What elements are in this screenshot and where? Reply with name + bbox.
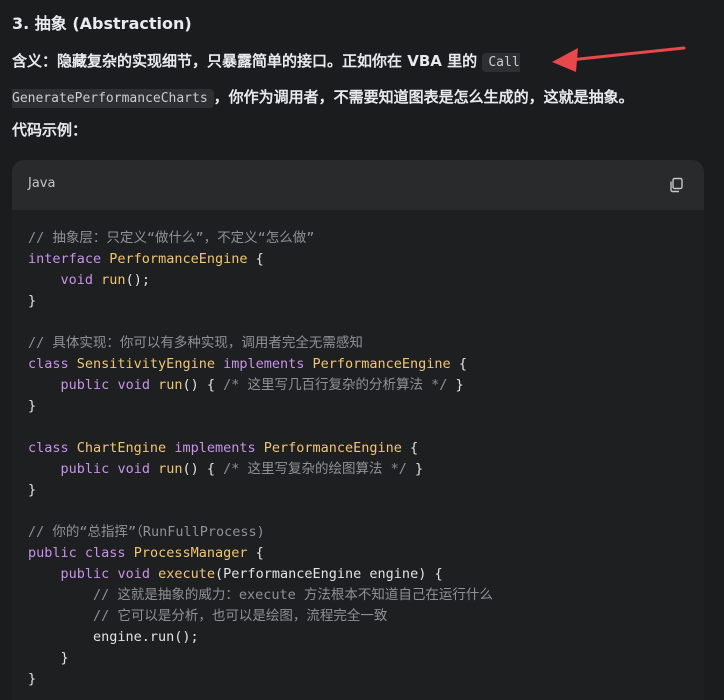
- code-token: class: [28, 356, 69, 372]
- code-token: // 它可以是分析，也可以是绘图，流程完全一致: [93, 608, 388, 624]
- red-arrow-annotation: [552, 46, 686, 72]
- code-line: }: [28, 669, 493, 690]
- code-token: run: [158, 461, 183, 477]
- code-content: // 抽象层：只定义“做什么”，不定义“怎么做” interface Perfor…: [28, 228, 493, 690]
- code-token: PerformanceEngine: [109, 251, 248, 267]
- code-token: public: [60, 377, 110, 393]
- code-token: engine.run();: [28, 629, 199, 645]
- code-line: }: [28, 291, 493, 312]
- code-line: // 具体实现：你可以有多种实现，调用者完全无需感知: [28, 333, 493, 354]
- code-token: }: [28, 671, 37, 687]
- code-token: void: [60, 272, 94, 288]
- code-line: class SensitivityEngine implements Perfo…: [28, 354, 493, 375]
- code-token: implements: [223, 356, 305, 372]
- code-token: public: [28, 545, 77, 561]
- code-line: }: [28, 480, 493, 501]
- code-line: public void run() { /* 这里写复杂的绘图算法 */ }: [28, 459, 493, 480]
- code-token: }: [447, 377, 464, 393]
- code-token: interface: [28, 251, 102, 267]
- code-token: void: [117, 377, 150, 393]
- code-line: // 这就是抽象的威力：execute 方法根本不知道自己在运行什么: [28, 585, 493, 606]
- code-token: class: [28, 440, 69, 456]
- code-token: public: [60, 566, 110, 582]
- code-token: }: [28, 398, 37, 414]
- code-token: class: [84, 545, 126, 561]
- code-line: // 它可以是分析，也可以是绘图，流程完全一致: [28, 606, 493, 627]
- code-line: // 抽象层：只定义“做什么”，不定义“怎么做”: [28, 228, 493, 249]
- code-line: }: [28, 396, 493, 417]
- code-token: ChartEngine: [76, 440, 167, 456]
- definition-text-2: ，你作为调用者，不需要知道图表是怎么生成的，这就是抽象。: [213, 88, 634, 106]
- code-token: execute: [158, 566, 215, 582]
- section-heading: 3. 抽象 (Abstraction): [12, 14, 192, 33]
- code-token: // 具体实现：你可以有多种实现，调用者完全无需感知: [28, 335, 363, 351]
- code-token: SensitivityEngine: [76, 356, 215, 372]
- code-token: }: [28, 650, 69, 666]
- code-block: Java // 抽象层：只定义“做什么”，不定义“怎么做” interface P…: [12, 160, 704, 700]
- definition-text-1: 隐藏复杂的实现细节，只暴露简单的接口。正如你在 VBA 里的: [57, 52, 483, 70]
- code-token: {: [247, 545, 264, 561]
- code-token: ();: [125, 272, 150, 288]
- code-token: {: [450, 356, 467, 372]
- code-token: PerformanceEngine: [312, 356, 451, 372]
- code-line: interface PerformanceEngine {: [28, 249, 493, 270]
- examples-heading: 代码示例：: [12, 121, 88, 139]
- copy-icon[interactable]: [668, 177, 684, 193]
- code-token: () {: [182, 377, 224, 393]
- code-token: implements: [174, 440, 256, 456]
- code-token: {: [247, 251, 264, 267]
- code-token: ProcessManager: [133, 545, 248, 561]
- code-line: void run();: [28, 270, 493, 291]
- code-token: // 你的“总指挥”（RunFullProcess): [28, 524, 265, 540]
- code-token: run: [101, 272, 126, 288]
- code-token: }: [406, 461, 424, 477]
- code-line: engine.run();: [28, 627, 493, 648]
- code-token: // 这就是抽象的威力：execute 方法根本不知道自己在运行什么: [93, 587, 493, 603]
- code-line: public void run() { /* 这里写几百行复杂的分析算法 */ …: [28, 375, 493, 396]
- code-line: // 你的“总指挥”（RunFullProcess): [28, 522, 493, 543]
- code-token: run: [158, 377, 183, 393]
- code-token: PerformanceEngine: [263, 440, 402, 456]
- code-line: }: [28, 648, 493, 669]
- code-line: public class ProcessManager {: [28, 543, 493, 564]
- code-token: }: [28, 293, 37, 309]
- page: 3. 抽象 (Abstraction) 含义：隐藏复杂的实现细节，只暴露简单的接…: [0, 0, 724, 700]
- code-token: /* 这里写复杂的绘图算法 */: [223, 461, 407, 477]
- definition-label: 含义：: [12, 52, 58, 70]
- code-token: void: [117, 461, 150, 477]
- code-token: // 抽象层：只定义“做什么”，不定义“怎么做”: [28, 230, 315, 246]
- code-block-header: Java: [12, 160, 704, 210]
- code-token: () {: [182, 461, 224, 477]
- code-token: {: [401, 440, 419, 456]
- code-token: (PerformanceEngine engine) {: [215, 566, 443, 582]
- code-line: class ChartEngine implements Performance…: [28, 438, 493, 459]
- code-token: public: [60, 461, 110, 477]
- code-language-label: Java: [28, 176, 56, 191]
- code-line: public void execute(PerformanceEngine en…: [28, 564, 493, 585]
- code-token: /* 这里写几百行复杂的分析算法 */: [223, 377, 448, 393]
- code-token: void: [117, 566, 150, 582]
- code-token: }: [28, 482, 37, 498]
